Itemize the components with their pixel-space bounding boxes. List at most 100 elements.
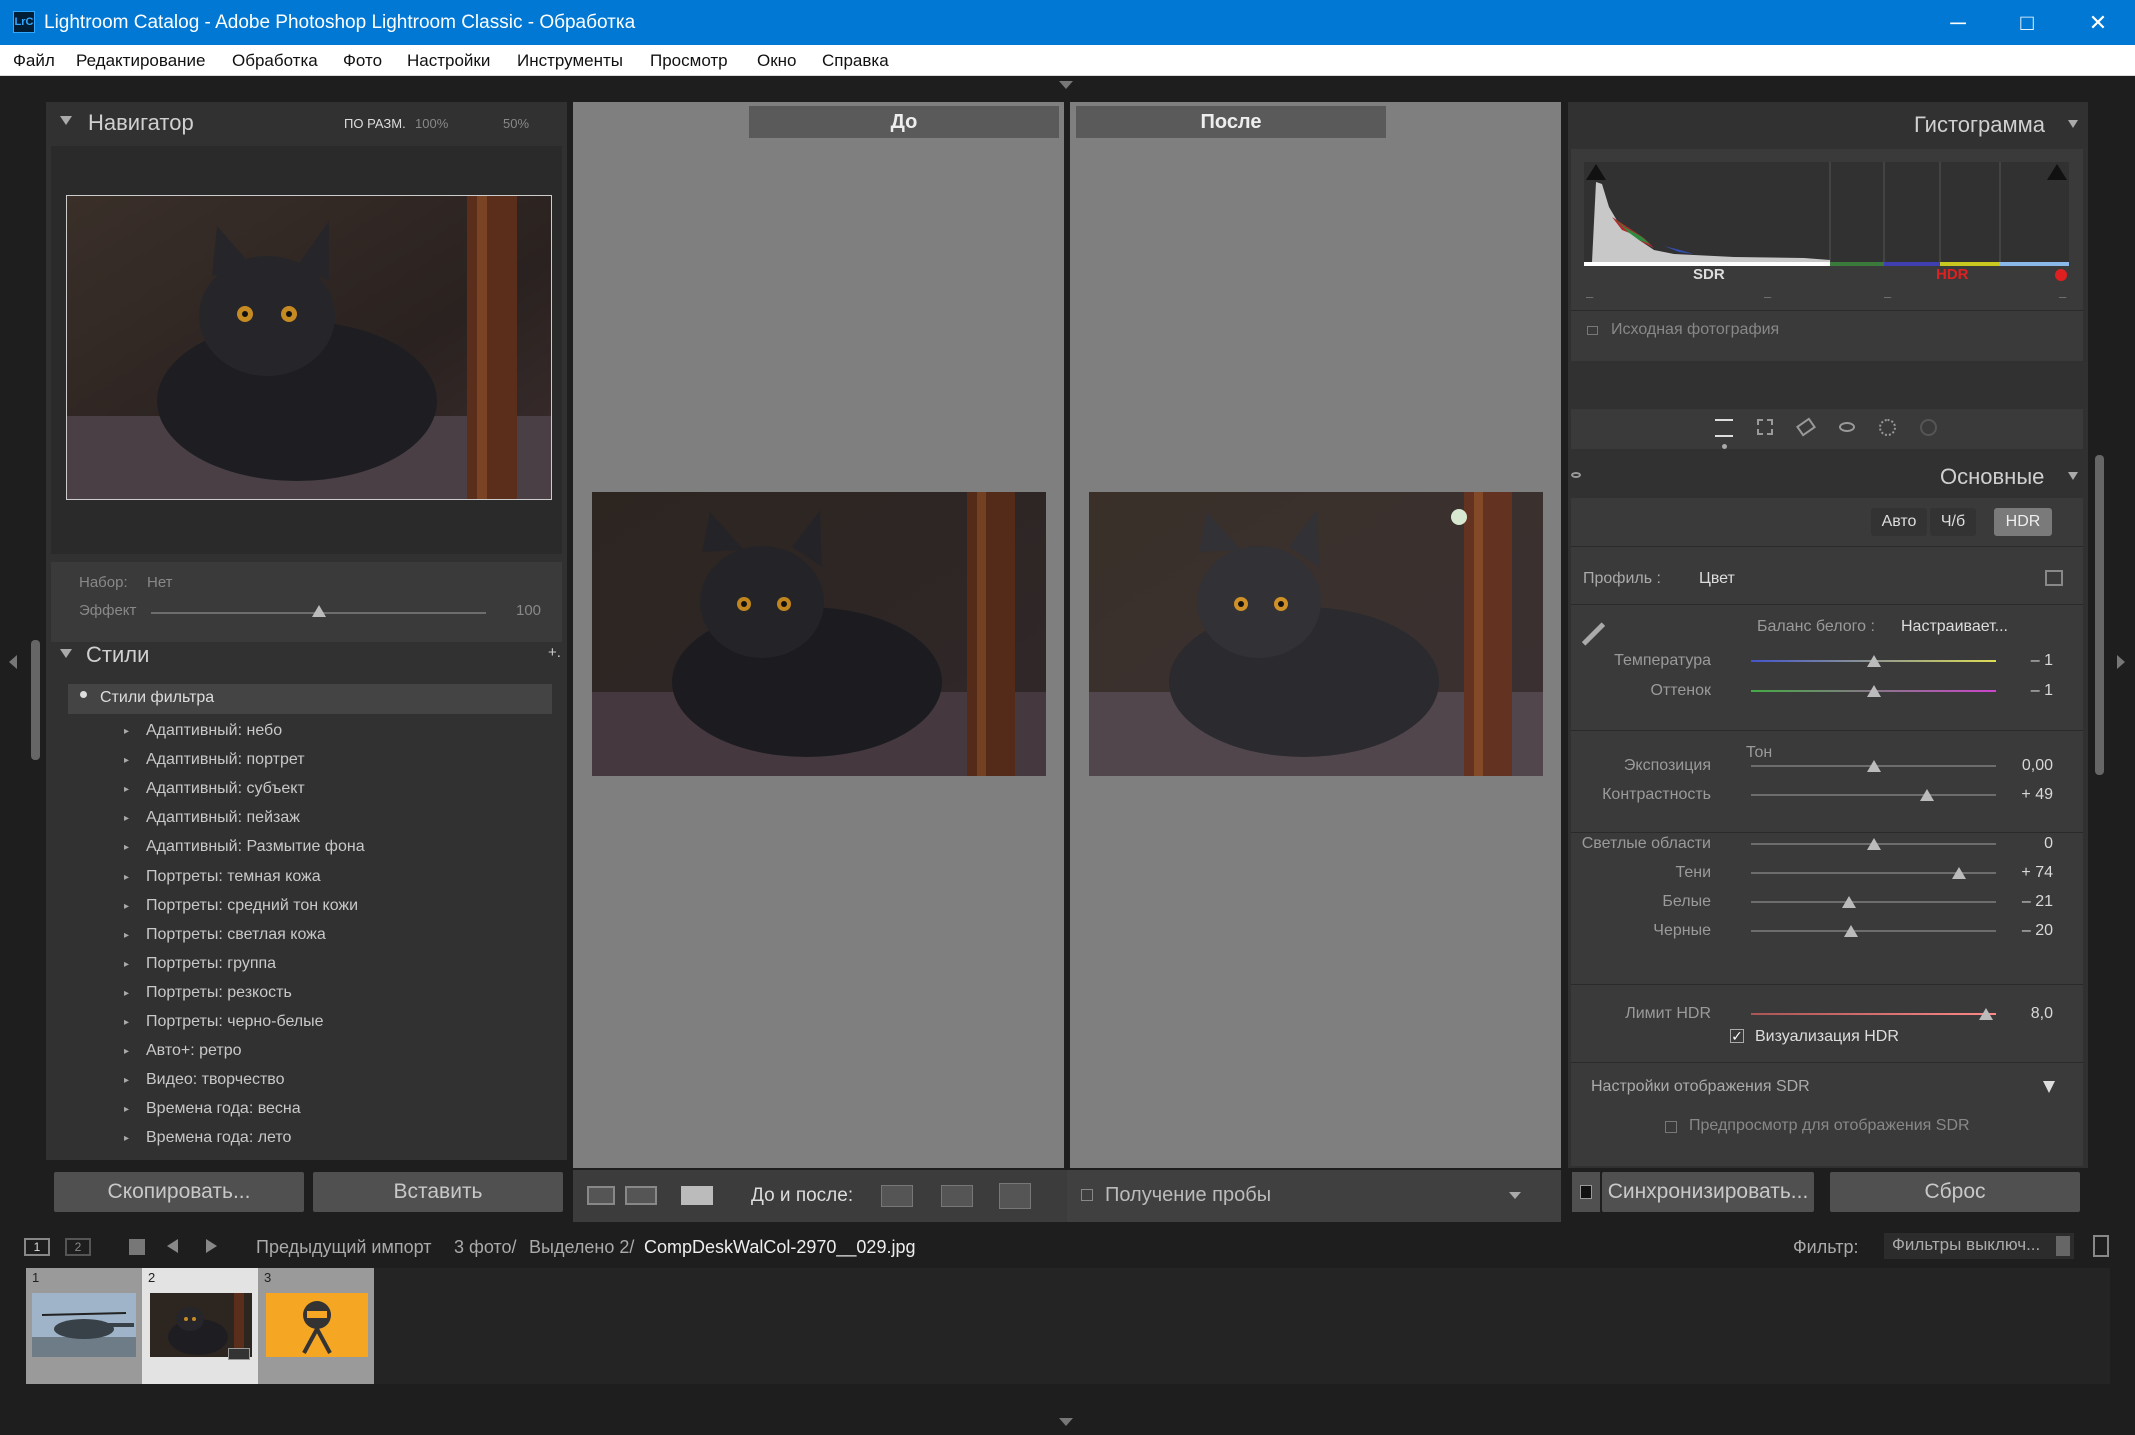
slider-track[interactable]	[1751, 1013, 1996, 1015]
style-group-item[interactable]: Адаптивный: портрет	[146, 751, 305, 769]
filter-select[interactable]: Фильтры выключ...	[1884, 1233, 2074, 1259]
style-expand-icon[interactable]: ▸	[124, 755, 129, 766]
panel-visibility-icon[interactable]	[1571, 472, 1581, 478]
forward-arrow-icon[interactable]	[206, 1239, 217, 1253]
menu-window[interactable]: Окно	[757, 51, 797, 71]
presets-tool-icon[interactable]	[1920, 419, 1937, 436]
style-expand-icon[interactable]: ▸	[124, 726, 129, 737]
style-group-item[interactable]: Портреты: черно-белые	[146, 1013, 324, 1031]
redeye-tool-icon[interactable]	[1839, 422, 1855, 432]
menu-file[interactable]: Файл	[13, 51, 55, 71]
left-scrollbar[interactable]	[31, 640, 40, 760]
copy-button[interactable]: Скопировать...	[54, 1172, 304, 1212]
style-expand-icon[interactable]: ▸	[124, 959, 129, 970]
slider-value[interactable]: 8,0	[1983, 1005, 2053, 1023]
hdr-warning-icon[interactable]	[2055, 269, 2067, 281]
slider-value[interactable]: – 20	[1983, 922, 2053, 940]
sync-button[interactable]: Синхронизировать...	[1602, 1172, 1814, 1212]
style-group-item[interactable]: Адаптивный: субъект	[146, 780, 305, 798]
before-after-view-icon[interactable]	[681, 1186, 713, 1205]
close-icon[interactable]: ✕	[2065, 0, 2131, 45]
edit-tool-icon[interactable]	[1715, 419, 1733, 437]
style-expand-icon[interactable]: ▸	[124, 930, 129, 941]
navigator-preview-image[interactable]	[66, 195, 552, 500]
slider-track[interactable]	[1751, 794, 1996, 796]
slider-track[interactable]	[1751, 901, 1996, 903]
navigator-collapse-icon[interactable]	[60, 116, 72, 125]
style-group-item[interactable]: Авто+: ретро	[146, 1042, 242, 1060]
style-group-item[interactable]: Адаптивный: пейзаж	[146, 809, 300, 827]
slider-value[interactable]: + 49	[1983, 786, 2053, 804]
after-image[interactable]	[1089, 492, 1543, 776]
original-photo-checkbox[interactable]	[1587, 326, 1598, 335]
slider-value[interactable]: – 1	[1983, 682, 2053, 700]
slider-value[interactable]: 0	[1983, 835, 2053, 853]
thumb-cell-3[interactable]: 3	[258, 1268, 374, 1384]
secondary-window-icon[interactable]: 2	[65, 1238, 91, 1256]
left-panel-toggle-icon[interactable]	[9, 655, 17, 669]
menu-help[interactable]: Справка	[822, 51, 889, 71]
copy-before-to-after-icon[interactable]	[881, 1185, 913, 1207]
hdr-visual-checkbox[interactable]: ✓	[1730, 1029, 1744, 1043]
maximize-icon[interactable]: □	[1994, 0, 2060, 45]
thumb-cell-2[interactable]: 2	[142, 1268, 258, 1384]
menu-view[interactable]: Просмотр	[650, 51, 728, 71]
primary-window-icon[interactable]: 1	[24, 1238, 50, 1256]
style-filter-bar[interactable]: Стили фильтра	[68, 684, 552, 714]
style-expand-icon[interactable]: ▸	[124, 988, 129, 999]
add-style-icon[interactable]: +.	[548, 644, 561, 661]
style-expand-icon[interactable]: ▸	[124, 1017, 129, 1028]
crop-tool-icon[interactable]	[1757, 419, 1773, 435]
slider-thumb[interactable]	[1842, 896, 1856, 908]
slider-value[interactable]: 0,00	[1983, 757, 2053, 775]
thumb-image-helicopter[interactable]	[32, 1293, 136, 1357]
slider-thumb[interactable]	[1866, 685, 1881, 697]
style-group-item[interactable]: Видео: творчество	[146, 1071, 285, 1089]
slider-thumb[interactable]	[1866, 655, 1881, 667]
sdr-preview-checkbox[interactable]	[1665, 1121, 1677, 1133]
grid-view-icon[interactable]	[129, 1239, 145, 1255]
reset-button[interactable]: Сброс	[1830, 1172, 2080, 1212]
loupe-view-icon[interactable]	[587, 1186, 615, 1205]
thumb-cell-1[interactable]: 1	[26, 1268, 142, 1384]
effect-slider-thumb[interactable]	[311, 605, 326, 617]
style-group-item[interactable]: Портреты: светлая кожа	[146, 926, 326, 944]
bottom-panel-toggle-icon[interactable]	[1059, 1418, 1073, 1426]
menu-tools[interactable]: Инструменты	[517, 51, 623, 71]
paste-button[interactable]: Вставить	[313, 1172, 563, 1212]
slider-thumb[interactable]	[1844, 925, 1859, 937]
menu-settings[interactable]: Настройки	[407, 51, 490, 71]
style-expand-icon[interactable]: ▸	[124, 784, 129, 795]
slider-track[interactable]	[1751, 930, 1996, 932]
back-arrow-icon[interactable]	[167, 1239, 178, 1253]
style-group-item[interactable]: Портреты: темная кожа	[146, 868, 321, 886]
styles-collapse-icon[interactable]	[60, 649, 72, 658]
right-scrollbar[interactable]	[2095, 455, 2104, 775]
slider-value[interactable]: + 74	[1983, 864, 2053, 882]
slider-value[interactable]: – 1	[1983, 652, 2053, 670]
menu-edit[interactable]: Редактирование	[76, 51, 206, 71]
histogram-collapse-icon[interactable]	[2068, 120, 2078, 128]
style-expand-icon[interactable]: ▸	[124, 842, 129, 853]
slider-thumb[interactable]	[1866, 760, 1881, 772]
style-expand-icon[interactable]: ▸	[124, 872, 129, 883]
style-expand-icon[interactable]: ▸	[124, 1046, 129, 1057]
style-group-item[interactable]: Времена года: лето	[146, 1129, 291, 1147]
style-expand-icon[interactable]: ▸	[124, 1075, 129, 1086]
top-panel-toggle-icon[interactable]	[1059, 81, 1073, 89]
style-group-item[interactable]: Времена года: весна	[146, 1100, 301, 1118]
zoom-100[interactable]: 100%	[415, 116, 448, 131]
filter-lock-icon[interactable]	[2093, 1235, 2109, 1257]
filmstrip-source[interactable]: Предыдущий импорт	[256, 1237, 431, 1258]
filmstrip-filename[interactable]: CompDeskWalCol-2970__029.jpg	[644, 1237, 915, 1258]
slider-thumb[interactable]	[1952, 867, 1967, 879]
sdr-settings-chevron-icon[interactable]	[2043, 1081, 2055, 1093]
style-group-item[interactable]: Портреты: группа	[146, 955, 276, 973]
slider-thumb[interactable]	[1920, 789, 1935, 801]
swap-before-after-icon[interactable]	[999, 1183, 1031, 1209]
compare-view-icon[interactable]	[625, 1186, 657, 1205]
style-expand-icon[interactable]: ▸	[124, 1104, 129, 1115]
basic-collapse-icon[interactable]	[2068, 472, 2078, 480]
menu-photo[interactable]: Фото	[343, 51, 382, 71]
style-group-item[interactable]: Адаптивный: Размытие фона	[146, 838, 365, 856]
